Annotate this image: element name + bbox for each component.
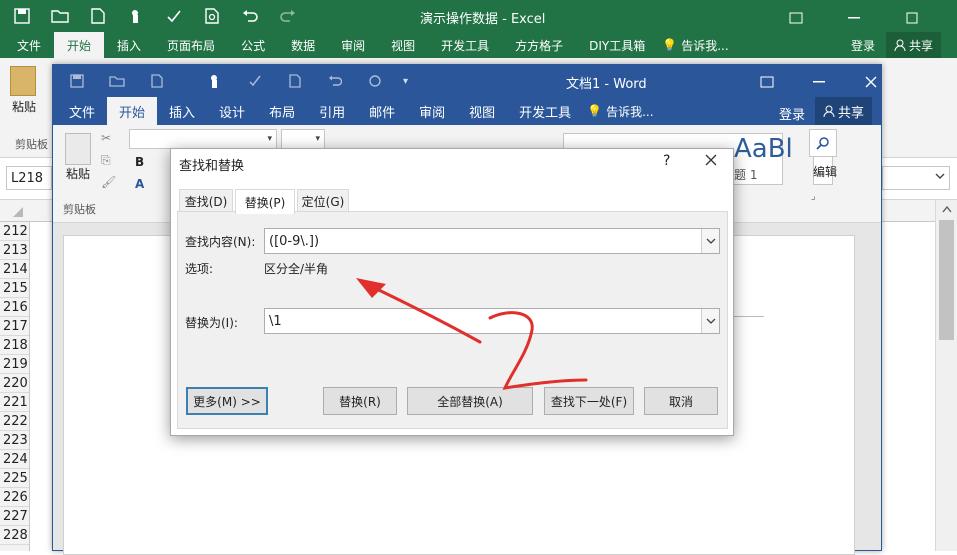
annotation-arrow-icon [356, 278, 482, 344]
annotation-overlay [356, 278, 588, 390]
annotation-number-two-icon [488, 311, 588, 390]
tab-replace[interactable]: 替换(P) [235, 189, 295, 214]
